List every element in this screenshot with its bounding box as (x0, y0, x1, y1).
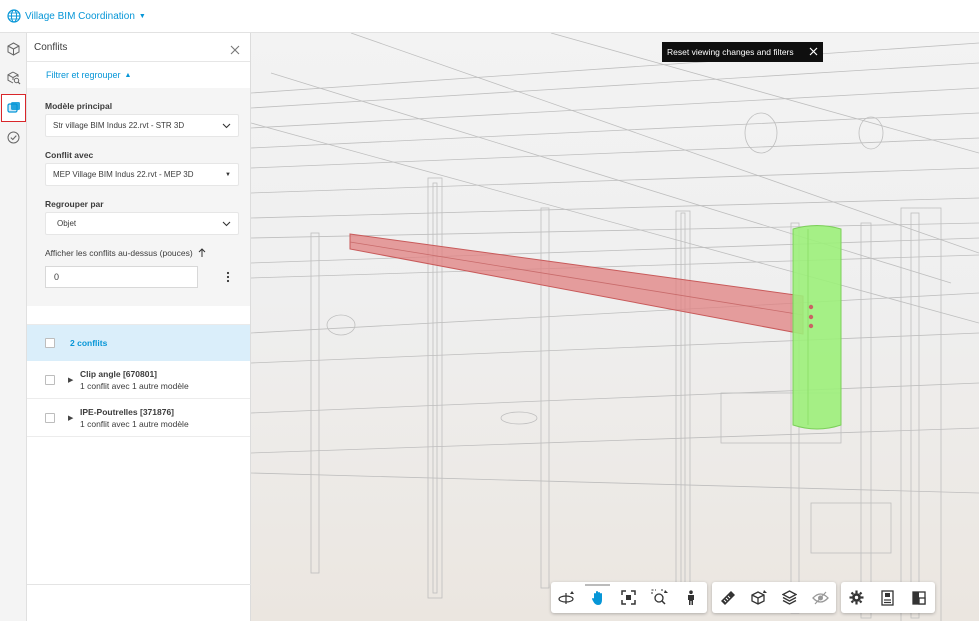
clash-beam-red[interactable] (349, 233, 804, 335)
rail-clashes-button[interactable] (1, 94, 26, 122)
clash-with-value: MEP Village BIM Indus 22.rvt - MEP 3D (53, 170, 194, 179)
measure-button[interactable] (712, 582, 743, 613)
navigation-toolbar (551, 582, 707, 613)
threshold-controls: 0 (45, 266, 238, 288)
arrow-up-icon[interactable] (198, 248, 206, 258)
visibility-button[interactable] (805, 582, 836, 613)
threshold-input[interactable]: 0 (45, 266, 198, 288)
panel-divider (27, 584, 251, 585)
pan-icon (591, 590, 602, 605)
pan-button[interactable] (582, 582, 613, 613)
rail-models-button[interactable] (2, 36, 25, 61)
orbit-button[interactable] (551, 582, 582, 613)
filter-section: Modèle principal Str village BIM Indus 2… (27, 88, 250, 306)
section-button[interactable] (743, 582, 774, 613)
filter-toggle-label[interactable]: Filtrer et regrouper (46, 70, 121, 80)
chevron-down-icon (222, 123, 231, 128)
close-icon[interactable] (230, 42, 240, 55)
settings-icon (849, 590, 864, 605)
fit-view-icon (621, 590, 636, 605)
first-person-button[interactable] (675, 582, 706, 613)
clashes-panel: Conflits Filtrer et regrouper ▲ Modèle p… (27, 33, 251, 621)
section-icon (750, 590, 767, 605)
panel-header: Conflits (27, 33, 250, 62)
properties-icon (881, 589, 894, 606)
model-browser-icon (782, 590, 797, 605)
clash-with-label: Conflit avec (45, 150, 94, 160)
filter-toggle[interactable]: Filtrer et regrouper ▲ (27, 62, 250, 88)
clash-icon (6, 102, 20, 113)
threshold-label: Afficher les conflits au-dessus (pouces) (45, 248, 193, 258)
tool-rail (0, 33, 27, 621)
threshold-row: Afficher les conflits au-dessus (pouces) (45, 235, 238, 261)
top-bar: Village BIM Coordination ▼ (0, 0, 979, 33)
clash-summary-row[interactable]: 2 conflits (27, 324, 250, 361)
measure-icon (720, 590, 735, 605)
globe-icon (7, 9, 21, 23)
visibility-icon (812, 591, 829, 604)
caret-up-icon[interactable]: ▲ (125, 72, 132, 79)
group-by-select[interactable]: Objet (45, 212, 239, 235)
list-item[interactable]: ▶ Clip angle [670801] 1 conflit avec 1 a… (27, 361, 250, 399)
item-checkbox[interactable] (45, 412, 55, 423)
item-name: IPE-Poutrelles [371876] (80, 406, 175, 417)
clash-with-select[interactable]: MEP Village BIM Indus 22.rvt - MEP 3D ▼ (45, 163, 239, 186)
model-scene[interactable] (251, 33, 979, 621)
cube-icon (7, 41, 20, 56)
close-icon[interactable] (809, 47, 818, 56)
item-name: Clip angle [670801] (80, 368, 158, 379)
reset-viewing-toast[interactable]: Reset viewing changes and filters (662, 42, 823, 62)
main-model-value: Str village BIM Indus 22.rvt - STR 3D (53, 121, 185, 130)
orbit-icon (557, 590, 574, 604)
expand-triangle-icon[interactable]: ▶ (68, 414, 77, 422)
item-detail: 1 conflit avec 1 autre modèle (80, 380, 189, 391)
dropdown-triangle-icon: ▼ (225, 171, 231, 178)
rail-clash-search-button[interactable] (2, 65, 25, 90)
item-detail: 1 conflit avec 1 autre modèle (80, 418, 189, 429)
first-person-icon (687, 589, 694, 605)
panel-title: Conflits (34, 41, 68, 53)
clash-count: 2 conflits (70, 338, 108, 348)
cube-search-icon (7, 71, 20, 84)
fit-view-button[interactable] (613, 582, 644, 613)
select-all-checkbox[interactable] (45, 338, 55, 348)
model-viewport[interactable]: Reset viewing changes and filters (251, 33, 979, 621)
clash-column-green[interactable] (792, 225, 842, 430)
chevron-down-icon (222, 221, 231, 226)
fullscreen-icon (911, 590, 926, 605)
list-item[interactable]: ▶ IPE-Poutrelles [371876] 1 conflit avec… (27, 399, 250, 437)
more-options-icon[interactable] (226, 271, 230, 283)
project-caret-icon[interactable]: ▼ (139, 13, 146, 20)
rail-issues-button[interactable] (2, 125, 25, 150)
main-model-label: Modèle principal (45, 101, 113, 111)
tools-toolbar (712, 582, 836, 613)
properties-button[interactable] (872, 582, 903, 613)
group-by-label: Regrouper par (45, 199, 104, 209)
group-by-value: Objet (57, 219, 77, 228)
zoom-icon (651, 589, 668, 605)
check-circle-icon (7, 131, 20, 144)
settings-button[interactable] (841, 582, 872, 613)
toast-text: Reset viewing changes and filters (667, 47, 794, 57)
project-selector[interactable]: Village BIM Coordination (25, 11, 135, 22)
fullscreen-button[interactable] (903, 582, 934, 613)
main-model-select[interactable]: Str village BIM Indus 22.rvt - STR 3D (45, 114, 239, 137)
zoom-button[interactable] (644, 582, 675, 613)
settings-toolbar (841, 582, 935, 613)
item-checkbox[interactable] (45, 374, 55, 385)
expand-triangle-icon[interactable]: ▶ (68, 376, 77, 384)
model-browser-button[interactable] (774, 582, 805, 613)
